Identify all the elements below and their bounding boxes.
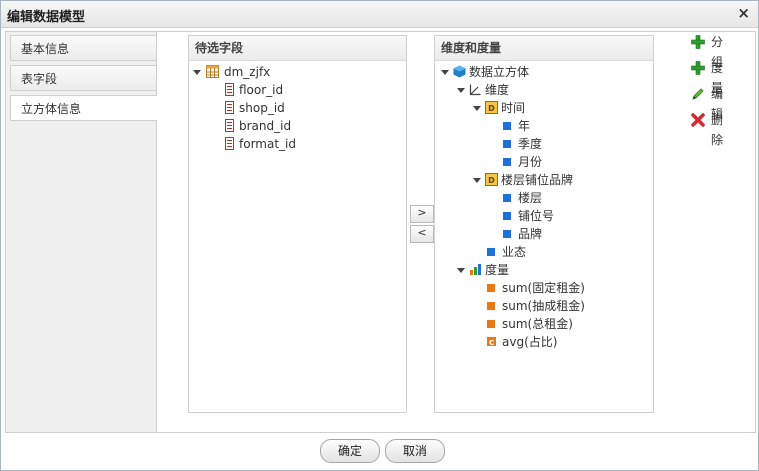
dimension-icon: D <box>485 173 498 186</box>
bar-chart-icon <box>470 264 481 275</box>
level-square-icon <box>503 194 511 202</box>
level-label: 铺位号 <box>518 209 555 223</box>
measure-label: avg(占比) <box>502 335 558 349</box>
cube-root-node[interactable]: 数据立方体 <box>441 63 641 81</box>
level-item[interactable]: 品牌 <box>503 225 623 243</box>
level-item[interactable]: 铺位号 <box>503 207 623 225</box>
expand-arrow-icon[interactable] <box>457 268 465 273</box>
field-item[interactable]: brand_id <box>223 117 393 135</box>
svg-text:D: D <box>488 104 495 113</box>
edit-data-model-dialog: 编辑数据模型 × 基本信息 表字段 立方体信息 待选字段 dm_zjfx flo… <box>0 0 759 471</box>
candidate-fields-title: 待选字段 <box>189 36 406 61</box>
measure-label: sum(总租金) <box>502 317 573 331</box>
candidate-fields-panel: 待选字段 dm_zjfx floor_id shop_id brand_id f… <box>188 35 407 413</box>
dialog-body: 基本信息 表字段 立方体信息 待选字段 dm_zjfx floor_id sho… <box>5 31 756 433</box>
level-square-icon <box>503 140 511 148</box>
svg-text:c: c <box>489 338 494 348</box>
tab-cube-info[interactable]: 立方体信息 <box>10 95 157 121</box>
level-item[interactable]: 年 <box>503 117 623 135</box>
field-label: shop_id <box>239 101 285 115</box>
format-level-item[interactable]: 业态 <box>487 243 627 261</box>
dialog-footer: 确定 取消 <box>1 433 758 471</box>
measure-label: sum(抽成租金) <box>502 299 585 313</box>
plus-icon <box>691 61 705 75</box>
cube-root-label: 数据立方体 <box>469 65 530 79</box>
field-item[interactable]: format_id <box>223 135 393 153</box>
calculated-measure-item[interactable]: c avg(占比) <box>487 333 637 351</box>
delete-x-icon <box>691 113 705 127</box>
title-bar: 编辑数据模型 × <box>1 1 758 28</box>
tab-table-fields[interactable]: 表字段 <box>10 65 156 91</box>
dimension-icon: D <box>485 101 498 114</box>
cube-icon <box>453 65 466 78</box>
measure-group-node[interactable]: 度量 <box>457 261 637 279</box>
field-item[interactable]: floor_id <box>223 81 393 99</box>
svg-text:D: D <box>488 176 495 185</box>
calculated-measure-icon: c <box>487 337 496 348</box>
close-icon[interactable]: × <box>737 4 750 22</box>
plus-icon <box>691 35 705 49</box>
measure-label: sum(固定租金) <box>502 281 585 295</box>
level-label: 季度 <box>518 137 543 151</box>
expand-arrow-icon[interactable] <box>457 88 465 93</box>
time-dimension-node[interactable]: D 时间 <box>473 99 633 117</box>
level-item[interactable]: 楼层 <box>503 189 623 207</box>
expand-arrow-icon[interactable] <box>473 106 481 111</box>
pencil-icon <box>692 88 704 100</box>
level-label: 年 <box>518 119 531 133</box>
dialog-title: 编辑数据模型 <box>7 10 86 25</box>
dimension-axis-icon <box>469 84 481 96</box>
table-icon <box>206 65 219 78</box>
measure-square-icon <box>487 302 495 310</box>
side-tabs: 基本信息 表字段 立方体信息 <box>6 32 157 432</box>
dimension-group-label: 维度 <box>485 83 510 97</box>
level-square-icon <box>503 212 511 220</box>
confirm-button[interactable]: 确定 <box>320 439 380 463</box>
floor-dimension-node[interactable]: D 楼层铺位品牌 <box>473 171 643 189</box>
format-label: 业态 <box>502 245 527 259</box>
field-icon <box>225 119 234 132</box>
field-icon <box>225 137 234 150</box>
table-node[interactable]: dm_zjfx <box>193 63 393 81</box>
level-square-icon <box>503 230 511 238</box>
cancel-button[interactable]: 取消 <box>385 439 445 463</box>
measure-item[interactable]: sum(抽成租金) <box>487 297 637 315</box>
measure-group-label: 度量 <box>485 263 510 277</box>
dimensions-measures-title: 维度和度量 <box>435 36 653 61</box>
field-icon <box>225 83 234 96</box>
expand-arrow-icon[interactable] <box>473 178 481 183</box>
dimensions-measures-panel: 维度和度量 数据立方体 维度 D 时间 年 季度 月份 D 楼层铺位品牌 楼层 … <box>434 35 654 413</box>
level-label: 月份 <box>518 155 543 169</box>
level-item[interactable]: 月份 <box>503 153 623 171</box>
field-label: floor_id <box>239 83 284 97</box>
field-label: format_id <box>239 137 296 151</box>
field-item[interactable]: shop_id <box>223 99 393 117</box>
expand-arrow-icon[interactable] <box>441 70 449 75</box>
measure-item[interactable]: sum(总租金) <box>487 315 637 333</box>
measure-square-icon <box>487 320 495 328</box>
expand-arrow-icon[interactable] <box>193 70 201 75</box>
level-label: 品牌 <box>518 227 543 241</box>
tab-basic-info[interactable]: 基本信息 <box>10 35 156 61</box>
measure-square-icon <box>487 284 495 292</box>
level-square-icon <box>487 248 495 256</box>
time-dimension-label: 时间 <box>501 101 526 115</box>
level-label: 楼层 <box>518 191 543 205</box>
level-square-icon <box>503 158 511 166</box>
level-item[interactable]: 季度 <box>503 135 623 153</box>
field-icon <box>225 101 234 114</box>
table-name: dm_zjfx <box>224 65 271 79</box>
field-label: brand_id <box>239 119 292 133</box>
move-left-button[interactable]: < <box>410 225 434 243</box>
floor-dimension-label: 楼层铺位品牌 <box>501 173 574 187</box>
delete-action-label: 删除 <box>711 113 724 147</box>
level-square-icon <box>503 122 511 130</box>
measure-item[interactable]: sum(固定租金) <box>487 279 637 297</box>
dimension-group-node[interactable]: 维度 <box>457 81 637 99</box>
move-right-button[interactable]: > <box>410 205 434 223</box>
